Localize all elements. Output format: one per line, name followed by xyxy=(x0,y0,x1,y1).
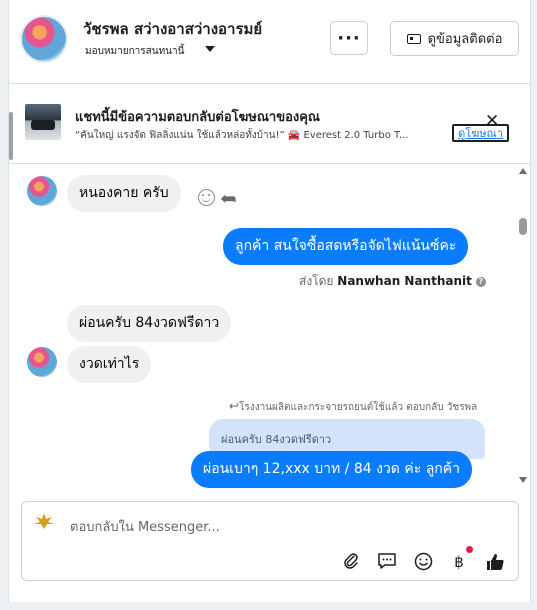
ad-thumbnail xyxy=(25,104,61,140)
thumbs-up-icon[interactable] xyxy=(485,552,505,572)
reply-icon[interactable]: ➦ xyxy=(220,186,237,210)
baht-icon[interactable]: ฿ xyxy=(449,552,469,572)
incoming-message[interactable]: ผ่อนครับ 84งวดฟรีดาว xyxy=(67,305,232,342)
emoji-icon[interactable] xyxy=(413,552,433,572)
contact-name: วัชรพล สว่างอาสว่างอารมย์ xyxy=(83,20,263,38)
reply-context-text: โรงงานผลิตและกระจายรถยนต์ใช้แล้ว ตอบกลับ… xyxy=(239,402,478,413)
ad-banner-text: “คันใหญ่ แรงจัด ฟิลลิ่งแน่น ใช้แล้วหล่อท… xyxy=(75,130,409,141)
more-options-button[interactable]: ··· xyxy=(330,21,368,55)
message-composer: ตอบกลับใน Messenger... ฿ xyxy=(21,501,519,581)
close-icon[interactable]: ✕ xyxy=(485,113,499,130)
paperclip-icon[interactable] xyxy=(341,552,361,572)
contact-avatar[interactable] xyxy=(20,15,68,63)
incoming-message[interactable]: หนองคาย ครับ xyxy=(67,175,181,212)
view-contact-button[interactable]: ดูข้อมูลติดต่อ xyxy=(390,21,519,56)
notification-dot xyxy=(466,546,473,553)
chat-bubble-icon[interactable] xyxy=(377,552,397,572)
sender-avatar[interactable] xyxy=(27,176,57,206)
scrollbar-thumb[interactable] xyxy=(519,218,527,235)
outgoing-message[interactable]: ลูกค้า สนใจซื้อสดหรือจัดไฟแน้นซ์คะ xyxy=(223,228,469,265)
reply-arrow-icon: ↩ xyxy=(229,399,240,413)
contact-card-icon xyxy=(406,33,421,44)
sent-by-name: Nanwhan Nanthanit xyxy=(337,274,472,288)
sent-by-prefix: ส่งโดย xyxy=(299,274,334,288)
page-logo-icon xyxy=(34,513,54,529)
reply-context-label: ↩โรงงานผลิตและกระจายรถยนต์ใช้แล้ว ตอบกลั… xyxy=(229,399,477,415)
reply-input[interactable]: ตอบกลับใน Messenger... xyxy=(70,516,220,537)
chevron-down-icon[interactable] xyxy=(205,46,215,52)
header-divider xyxy=(9,83,530,84)
incoming-message[interactable]: งวดเท่าไร xyxy=(67,346,152,383)
panel-resize-handle[interactable] xyxy=(9,112,13,160)
outgoing-message[interactable]: ผ่อนเบาๆ 12,xxx บาท / 84 งวด ค่ะ ลูกค้า xyxy=(191,451,472,488)
sender-avatar[interactable] xyxy=(27,347,57,377)
react-emoji-icon[interactable] xyxy=(198,189,215,206)
ad-banner-title: แชทนี้มีข้อความตอบกลับต่อโฆษณาของคุณ xyxy=(75,110,320,125)
scroll-up-arrow[interactable] xyxy=(519,168,527,174)
scroll-down-arrow[interactable] xyxy=(519,477,527,483)
view-contact-label: ดูข้อมูลติดต่อ xyxy=(427,32,503,47)
sent-by-label: ส่งโดย Nanwhan Nanthanit? xyxy=(299,272,486,291)
view-ad-link[interactable]: ดูโฆษณา xyxy=(452,124,509,142)
banner-divider xyxy=(9,163,530,164)
info-icon[interactable]: ? xyxy=(475,277,486,287)
assign-conversation-dropdown[interactable]: มอบหมายการสนทนานี้ xyxy=(85,44,184,59)
conversation-panel: วัชรพล สว่างอาสว่างอารมย์ มอบหมายการสนทน… xyxy=(8,0,531,602)
